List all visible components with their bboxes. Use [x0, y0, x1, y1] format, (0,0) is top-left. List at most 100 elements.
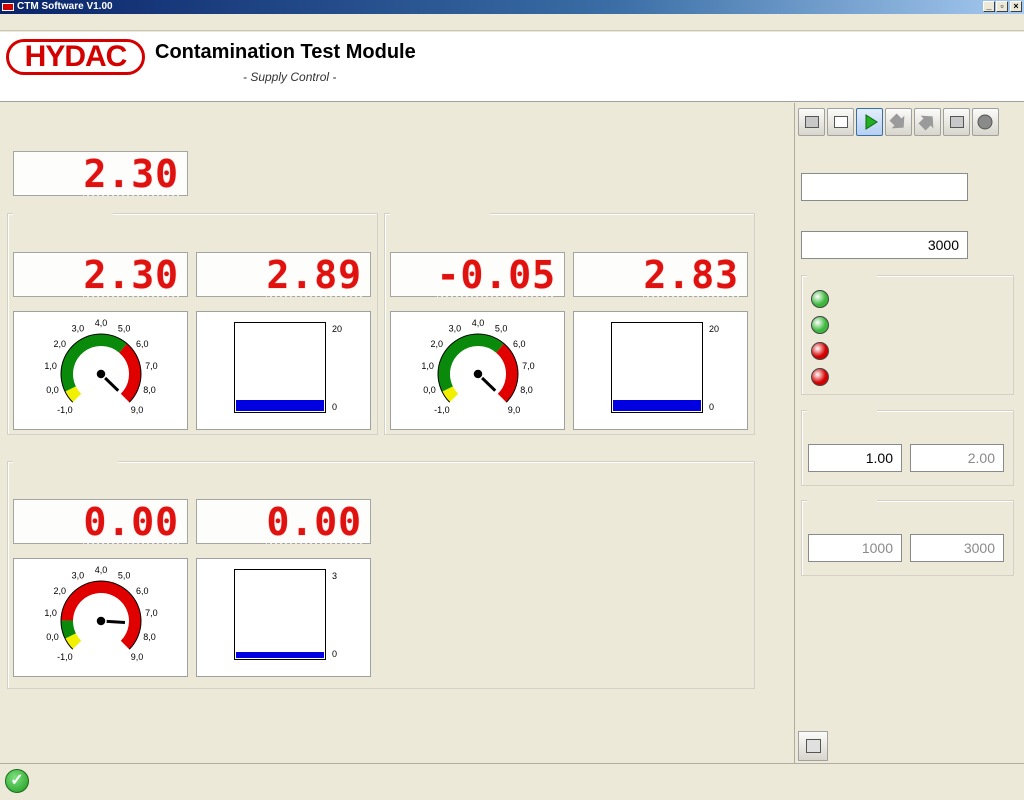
group1-display-right: 2.89: [196, 252, 371, 297]
gauge-dial: -1,0 0,0 1,0 2,0 3,0 4,0 5,0 6,0 7,0 8,0 9,0: [421, 318, 535, 415]
gauge-tick-label: 0,0: [423, 385, 436, 395]
gauge-hub: [95, 368, 107, 380]
app-header: HYDAC Contamination Test Module - Supply…: [0, 32, 1024, 102]
range-panel-1: 1.00 2.00: [801, 409, 1014, 486]
device-icon: [950, 116, 964, 128]
group2-bar-chart: 20 0: [573, 311, 748, 430]
gauge-tick-label: 9,0: [131, 652, 144, 662]
range1-low-field[interactable]: 1.00: [808, 444, 902, 472]
bar-fill: [236, 400, 324, 411]
range1-high-field[interactable]: 2.00: [910, 444, 1004, 472]
restore-button[interactable]: ▫: [996, 1, 1008, 12]
gauge-tick-label: 6,0: [136, 586, 149, 596]
hydac-logo: HYDAC: [6, 39, 145, 75]
gauge-tick-label: -1,0: [434, 405, 450, 415]
bar-min-label: 0: [332, 402, 338, 412]
range-panel-2: 1000 3000: [801, 499, 1014, 576]
arrow-down-icon: [889, 113, 905, 129]
arrow-down-button[interactable]: [885, 108, 912, 136]
device-button[interactable]: [943, 108, 970, 136]
main-value-display: 2.30: [13, 151, 188, 196]
gauge-tick-label: 0,0: [46, 632, 59, 642]
page-title: Contamination Test Module: [155, 41, 416, 63]
gauge-tick-label: -1,0: [57, 405, 73, 415]
group2-gauge: -1,0 0,0 1,0 2,0 3,0 4,0 5,0 6,0 7,0 8,0 9,0: [390, 311, 565, 430]
range2-high-field[interactable]: 3000: [910, 534, 1004, 562]
gauge-tick-label: 7,0: [522, 361, 535, 371]
gauge-tick-label: 7,0: [145, 361, 158, 371]
control-panel: 3000 1.00 2.00 1000 3000: [794, 103, 1024, 763]
minimize-button[interactable]: _: [983, 1, 995, 12]
gauge-arc: [61, 620, 76, 639]
bar-min-label: 0: [332, 649, 338, 659]
clipboard-button[interactable]: [827, 108, 854, 136]
gauge-tick-label: 6,0: [136, 339, 149, 349]
gauge-tick-label: 6,0: [513, 339, 526, 349]
status-bar: ✓: [0, 763, 1024, 800]
gauge-tick-label: 3,0: [449, 324, 462, 334]
gauge-tick-label: 5,0: [118, 324, 131, 334]
network-button[interactable]: [798, 108, 825, 136]
group3-display-left: 0.00: [13, 499, 188, 544]
gauge-tick-label: 4,0: [95, 318, 108, 328]
bar-frame: [234, 322, 326, 413]
status-led-1: [811, 290, 829, 308]
gauge-arc: [65, 633, 82, 650]
gauge-tick-label: 1,0: [44, 608, 57, 618]
gauge-tick-label: 2,0: [53, 586, 66, 596]
gauge-hub: [95, 615, 107, 627]
gauge-tick-label: 5,0: [118, 571, 131, 581]
gauge-tick-label: 3,0: [72, 571, 85, 581]
gauge-arc: [438, 334, 504, 392]
bar-max-label: 3: [332, 571, 338, 581]
bar-max-label: 20: [332, 324, 343, 334]
gauge-arc: [118, 343, 141, 403]
disc-icon: [977, 114, 993, 130]
status-led-2: [811, 316, 829, 334]
window-title: CTM Software V1.00: [17, 1, 113, 12]
gauge-tick-label: 9,0: [508, 405, 521, 415]
disc-button[interactable]: [972, 108, 999, 136]
main-area: 2.30 2.30 2.89 -1,0 0,0 1,0 2,0 3,0 4,0 5,0 6,0…: [0, 103, 794, 763]
gauge-tick-label: -1,0: [57, 652, 73, 662]
app-icon: [2, 3, 14, 11]
gauge-tick-label: 1,0: [44, 361, 57, 371]
bar-frame: [611, 322, 703, 413]
input-field-empty[interactable]: [801, 173, 968, 201]
bar-min-label: 0: [709, 402, 715, 412]
play-button[interactable]: [856, 108, 883, 136]
bar-max-label: 20: [709, 324, 720, 334]
input-field-value[interactable]: 3000: [801, 231, 968, 259]
bar-fill: [613, 400, 701, 411]
settings-icon: [806, 739, 821, 753]
status-led-3: [811, 342, 829, 360]
status-led-4: [811, 368, 829, 386]
page-subtitle: - Supply Control -: [243, 70, 337, 84]
gauge-dial: -1,0 0,0 1,0 2,0 3,0 4,0 5,0 6,0 7,0 8,0 9,0: [44, 318, 158, 415]
gauge-tick-label: 8,0: [143, 632, 156, 642]
arrow-up-button[interactable]: [914, 108, 941, 136]
gauge-tick-label: 4,0: [95, 565, 108, 575]
group1-bar-chart: 20 0: [196, 311, 371, 430]
settings-button[interactable]: [798, 731, 828, 761]
gauge-tick-label: 2,0: [430, 339, 443, 349]
bar-fill: [236, 651, 324, 658]
arrow-up-icon: [918, 115, 934, 131]
gauge-arc: [61, 334, 127, 392]
menu-strip: [0, 14, 1024, 31]
group2-display-left: -0.05: [390, 252, 565, 297]
status-panel: [801, 274, 1014, 395]
gauge-tick-label: 5,0: [495, 324, 508, 334]
group2-display-right: 2.83: [573, 252, 748, 297]
range2-low-field[interactable]: 1000: [808, 534, 902, 562]
group3-display-right: 0.00: [196, 499, 371, 544]
network-icon: [805, 116, 819, 128]
toolbar: [798, 106, 1003, 138]
bar-frame: [234, 569, 326, 660]
gauge-tick-label: 8,0: [143, 385, 156, 395]
group3-gauge: -1,0 0,0 1,0 2,0 3,0 4,0 5,0 6,0 7,0 8,0 9,0: [13, 558, 188, 677]
gauge-tick-label: 3,0: [72, 324, 85, 334]
close-button[interactable]: ×: [1010, 1, 1022, 12]
gauge-arc: [442, 386, 459, 403]
gauge-tick-label: 2,0: [53, 339, 66, 349]
